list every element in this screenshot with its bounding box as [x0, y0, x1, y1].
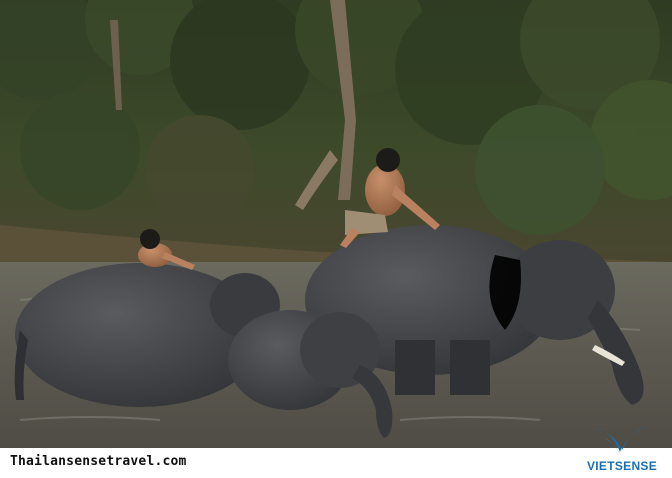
footer-bar: Thailansensetravel.com — [0, 448, 672, 478]
elephant-river-photo — [0, 0, 672, 448]
vietsense-wing-icon — [596, 424, 648, 454]
site-url: Thailansensetravel.com — [10, 454, 187, 469]
brand-logo: VIETSENSE — [582, 422, 662, 476]
brand-name: VIETSENSE — [586, 459, 658, 473]
photo-frame: Thailansensetravel.com VIETSENSE — [0, 0, 672, 478]
